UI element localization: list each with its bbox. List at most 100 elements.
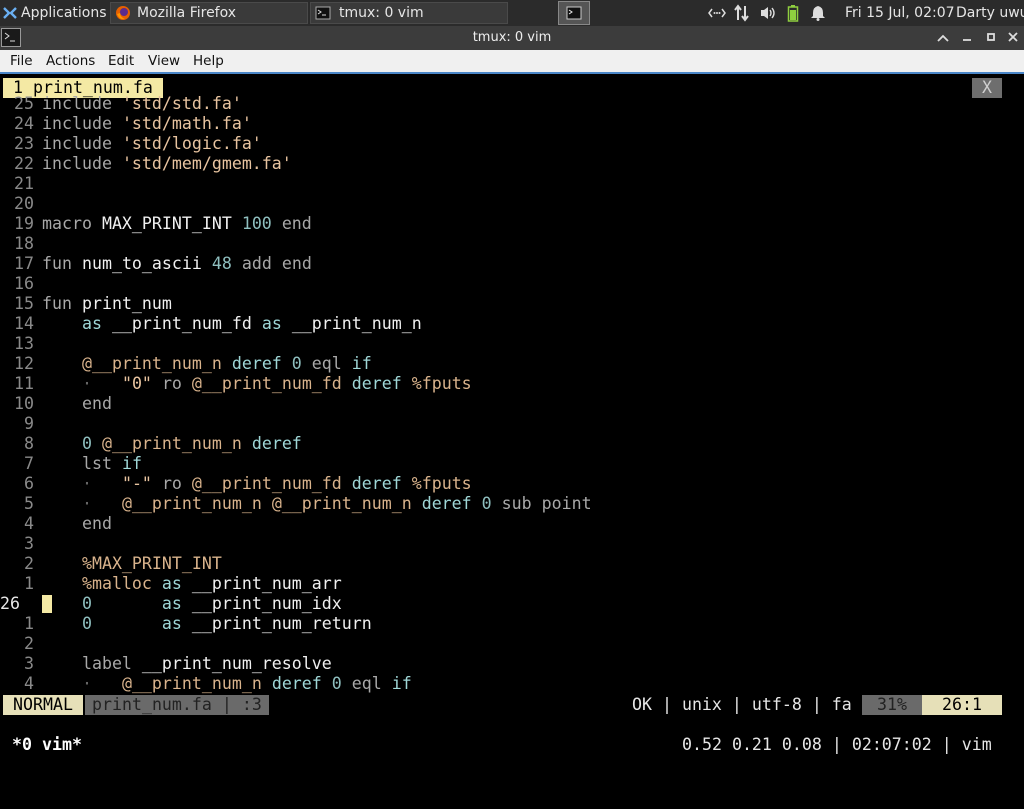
code-line[interactable]: 4 end xyxy=(0,514,1024,534)
code-line[interactable]: 22 include 'std/mem/gmem.fa' xyxy=(0,154,1024,174)
taskbar-item-firefox[interactable]: Mozilla Firefox xyxy=(110,2,308,24)
code-text: include 'std/mem/gmem.fa' xyxy=(42,154,292,173)
code-line[interactable]: 23 include 'std/logic.fa' xyxy=(0,134,1024,154)
code-text: macro MAX_PRINT_INT 100 end xyxy=(42,214,312,233)
terminal-icon[interactable] xyxy=(1,28,21,47)
code-text: fun num_to_ascii 48 add end xyxy=(42,254,312,273)
code-line[interactable]: 13 xyxy=(0,334,1024,354)
code-line[interactable]: 4 · @__print_num_n deref 0 eql if xyxy=(0,674,1024,694)
line-number: 22 xyxy=(14,154,34,173)
bell-icon[interactable] xyxy=(806,5,830,21)
code-line[interactable]: 1 0 as __print_num_return xyxy=(0,614,1024,634)
code-text: @__print_num_n deref 0 eql if xyxy=(81,354,372,373)
code-text: include 'std/math.fa' xyxy=(42,114,252,133)
vim-status-position: 26:1 xyxy=(922,695,1002,715)
code-line[interactable]: 15 fun print_num xyxy=(0,294,1024,314)
menu-edit[interactable]: Edit xyxy=(108,50,134,72)
line-number: 3 xyxy=(24,534,34,553)
tmux-window-label[interactable]: *0 vim* xyxy=(12,735,82,755)
user-menu[interactable]: Darty uwu xyxy=(956,0,1024,26)
code-line[interactable]: 12 @__print_num_n deref 0 eql if xyxy=(0,354,1024,374)
code-line[interactable]: 21 xyxy=(0,174,1024,194)
menu-help[interactable]: Help xyxy=(193,50,224,72)
code-text: end xyxy=(81,514,112,533)
taskbar-item-label: tmux: 0 vim xyxy=(339,5,424,21)
line-number: 17 xyxy=(14,254,34,273)
workspace-terminal-button[interactable] xyxy=(558,1,590,25)
taskbar-item-tmux[interactable]: tmux: 0 vim xyxy=(310,2,508,24)
line-number: 8 xyxy=(24,434,34,453)
line-number: 4 xyxy=(24,514,34,533)
line-number: 18 xyxy=(14,234,34,253)
line-number: 9 xyxy=(24,414,34,433)
code-line[interactable]: 3 xyxy=(0,534,1024,554)
code-text: fun print_num xyxy=(42,294,172,313)
code-line[interactable]: 11 · "0" ro @__print_num_fd deref %fputs xyxy=(0,374,1024,394)
code-line[interactable]: 24 include 'std/math.fa' xyxy=(0,114,1024,134)
window-shade-button[interactable] xyxy=(934,29,952,47)
code-line[interactable]: 19 macro MAX_PRINT_INT 100 end xyxy=(0,214,1024,234)
code-text: 0 as __print_num_return xyxy=(81,614,372,633)
line-number: 12 xyxy=(14,354,34,373)
code-line[interactable]: 5 · @__print_num_n @__print_num_n deref … xyxy=(0,494,1024,514)
menu-bar: File Actions Edit View Help xyxy=(0,50,1024,72)
close-button[interactable] xyxy=(1004,29,1022,47)
line-number: 2 xyxy=(24,554,34,573)
line-number: 10 xyxy=(14,394,34,413)
code-line[interactable]: 6 · "-" ro @__print_num_fd deref %fputs xyxy=(0,474,1024,494)
window-title: tmux: 0 vim xyxy=(472,30,552,45)
code-line[interactable]: 2 %MAX_PRINT_INT xyxy=(0,554,1024,574)
terminal-icon xyxy=(566,5,582,21)
maximize-icon xyxy=(986,31,996,45)
code-text: label __print_num_resolve xyxy=(81,654,332,673)
volume-icon[interactable] xyxy=(756,5,780,21)
code-text: as __print_num_fd as __print_num_n xyxy=(81,314,422,333)
code-text: %malloc as __print_num_arr xyxy=(81,574,342,593)
vim-statusline: NORMAL print_num.fa | :3 OK | unix | utf… xyxy=(0,695,1024,715)
code-text: 0 as __print_num_idx xyxy=(81,594,342,613)
line-number: 25 xyxy=(14,94,34,113)
code-line[interactable]: 17 fun num_to_ascii 48 add end xyxy=(0,254,1024,274)
line-number: 21 xyxy=(14,174,34,193)
code-line[interactable]: 25 include 'std/std.fa' xyxy=(0,94,1024,114)
code-text: · @__print_num_n deref 0 eql if xyxy=(81,674,412,693)
maximize-button[interactable] xyxy=(982,29,1000,47)
code-line[interactable]: 7 lst if xyxy=(0,454,1024,474)
code-text: include 'std/std.fa' xyxy=(42,94,242,113)
vim-mode: NORMAL xyxy=(3,695,83,715)
applications-menu-button[interactable]: Applications xyxy=(0,0,110,26)
code-line[interactable]: 14 as __print_num_fd as __print_num_n xyxy=(0,314,1024,334)
chevron-up-icon xyxy=(937,31,949,45)
line-number: 3 xyxy=(24,654,34,673)
code-line[interactable]: 3 label __print_num_resolve xyxy=(0,654,1024,674)
line-number: 16 xyxy=(14,274,34,293)
code-line-current[interactable]: 26 0 as __print_num_idx xyxy=(0,594,1024,614)
line-number: 24 xyxy=(14,114,34,133)
code-line[interactable]: 10 end xyxy=(0,394,1024,414)
menu-file[interactable]: File xyxy=(10,50,33,72)
code-line[interactable]: 8 0 @__print_num_n deref xyxy=(0,434,1024,454)
line-number: 14 xyxy=(14,314,34,333)
window-titlebar[interactable]: tmux: 0 vim xyxy=(0,26,1024,50)
transfer-icon[interactable] xyxy=(728,4,756,22)
code-line[interactable]: 1 %malloc as __print_num_arr xyxy=(0,574,1024,594)
code-line[interactable]: 16 xyxy=(0,274,1024,294)
menu-actions[interactable]: Actions xyxy=(46,50,95,72)
code-line[interactable]: 18 xyxy=(0,234,1024,254)
code-line[interactable]: 2 xyxy=(0,634,1024,654)
code-text: lst if xyxy=(81,454,142,473)
network-icon[interactable] xyxy=(706,7,728,19)
system-tray xyxy=(706,0,836,26)
minimize-button[interactable] xyxy=(958,29,976,47)
line-number: 1 xyxy=(24,574,34,593)
line-number: 23 xyxy=(14,134,34,153)
line-number: 11 xyxy=(14,374,34,393)
code-line[interactable]: 20 xyxy=(0,194,1024,214)
tmux-status-bar: *0 vim* 0.52 0.21 0.08 | 02:07:02 | vim xyxy=(0,735,1024,755)
code-line[interactable]: 9 xyxy=(0,414,1024,434)
battery-icon[interactable] xyxy=(780,4,806,22)
line-number: 6 xyxy=(24,474,34,493)
clock[interactable]: Fri 15 Jul, 02:07 xyxy=(845,0,955,26)
menu-view[interactable]: View xyxy=(148,50,180,72)
line-number: 13 xyxy=(14,334,34,353)
